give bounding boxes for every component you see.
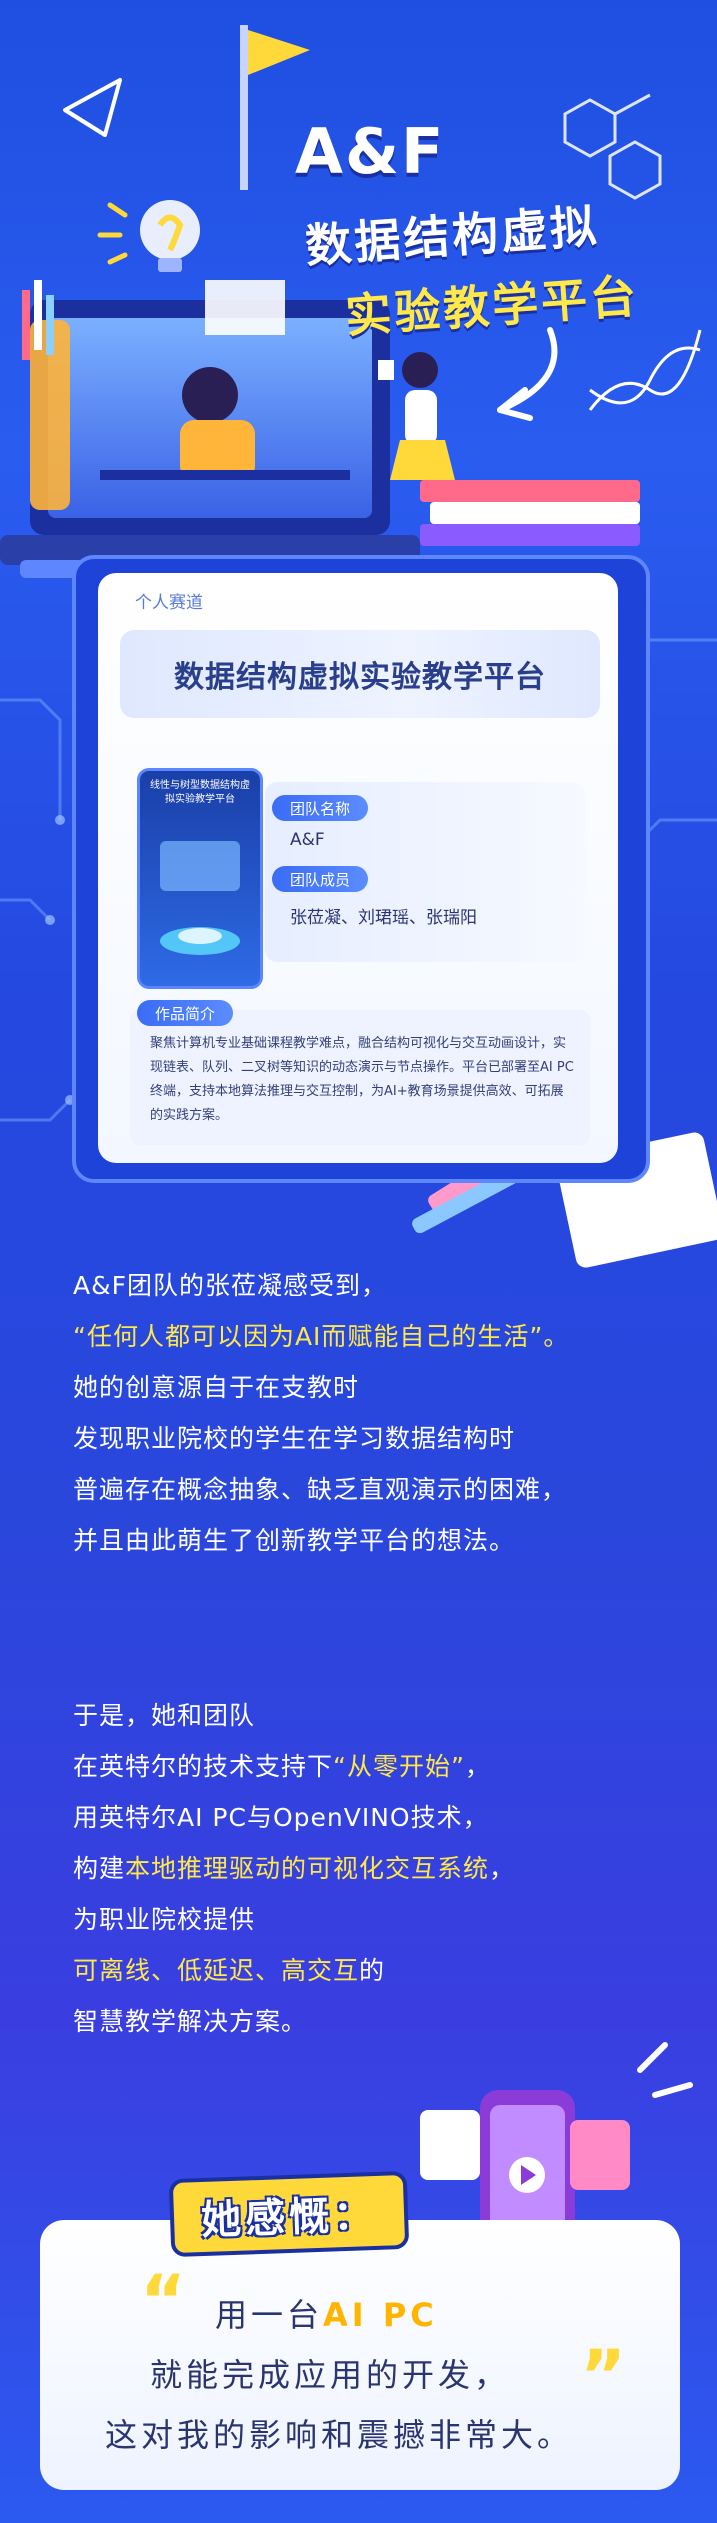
story1-line1: A&F团队的张莅凝感受到， (73, 1271, 387, 1300)
project-title-box: 数据结构虚拟实验教学平台 (120, 630, 600, 718)
open-quote-mark: “ (140, 2260, 187, 2342)
quote-line1: 用一台AI PC (215, 2290, 438, 2336)
project-poster: 线性与树型数据结构虚拟实验教学平台 (137, 768, 263, 989)
arrow-icon (497, 327, 558, 421)
story2-line1: 于是，她和团队 (73, 1701, 256, 1730)
quote-badge: 她感慨： (168, 2170, 410, 2258)
poster-artwork (160, 841, 240, 955)
lightbulb-icon (140, 200, 200, 272)
story2-line2-c: ， (464, 1752, 491, 1781)
story2-line2-highlight: “从零开始” (333, 1752, 465, 1781)
story1-line5: 普遍存在概念抽象、缺乏直观演示的困难， (73, 1475, 568, 1504)
team-members-value: 张莅凝、刘珺瑶、张瑞阳 (290, 908, 477, 928)
quote-line1-a: 用一台 (215, 2296, 324, 2334)
story2-line3: 用英特尔AI PC与OpenVINO技术， (73, 1803, 489, 1832)
intro-text: 聚焦计算机专业基础课程教学难点，融合结构可视化与交互动画设计，实现链表、队列、二… (150, 1036, 574, 1123)
quote-badge-text: 她感慨： (200, 2191, 378, 2245)
team-name-label: 团队名称 (272, 795, 369, 821)
story-paragraph-2: 于是，她和团队 在英特尔的技术支持下“从零开始”， 用英特尔AI PC与Open… (73, 1690, 515, 2047)
quote-line2: 就能完成应用的开发， (150, 2356, 511, 2394)
close-quote-mark: ” (580, 2335, 627, 2417)
story2-line2-a: 在英特尔的技术支持下 (73, 1752, 334, 1781)
track-tag: 个人赛道 (135, 593, 203, 613)
quote-line3: 这对我的影响和震撼非常大。 (105, 2416, 574, 2454)
story2-line6-highlight: 可离线、低延迟、高交互 (73, 1956, 360, 1985)
molecule-icon (563, 93, 662, 200)
story2-line5: 为职业院校提供 (73, 1905, 256, 1934)
story2-line4-c: ， (489, 1854, 516, 1883)
story2-line4: 构建本地推理驱动的可视化交互系统， (73, 1843, 515, 1894)
story2-line4-a: 构建 (73, 1854, 126, 1883)
story2-line6-b: 的 (359, 1956, 386, 1985)
dna-icon (588, 329, 702, 411)
story2-line2: 在英特尔的技术支持下“从零开始”， (73, 1741, 515, 1792)
story2-line6: 可离线、低延迟、高交互的 (73, 1945, 515, 1996)
paper-plane-icon (63, 78, 122, 137)
team-members-label: 团队成员 (272, 866, 369, 892)
story1-line4: 发现职业院校的学生在学习数据结构时 (73, 1424, 516, 1453)
story1-line2: “任何人都可以因为AI而赋能自己的生活”。 (73, 1322, 570, 1351)
story2-line7: 智慧教学解决方案。 (73, 2007, 308, 2036)
story2-line4-highlight: 本地推理驱动的可视化交互系统 (125, 1854, 490, 1883)
team-name-value: A&F (290, 830, 325, 850)
intro-label: 作品简介 (137, 1000, 234, 1026)
story1-line3: 她的创意源自于在支教时 (73, 1373, 360, 1402)
story1-line6: 并且由此萌生了创新教学平台的想法。 (73, 1526, 516, 1555)
quote-line1-highlight: AI PC (323, 2296, 438, 2334)
hero-title: A&F (295, 115, 446, 188)
project-title: 数据结构虚拟实验教学平台 (174, 660, 546, 695)
story-paragraph-1: A&F团队的张莅凝感受到， “任何人都可以因为AI而赋能自己的生活”。 她的创意… (73, 1260, 569, 1566)
